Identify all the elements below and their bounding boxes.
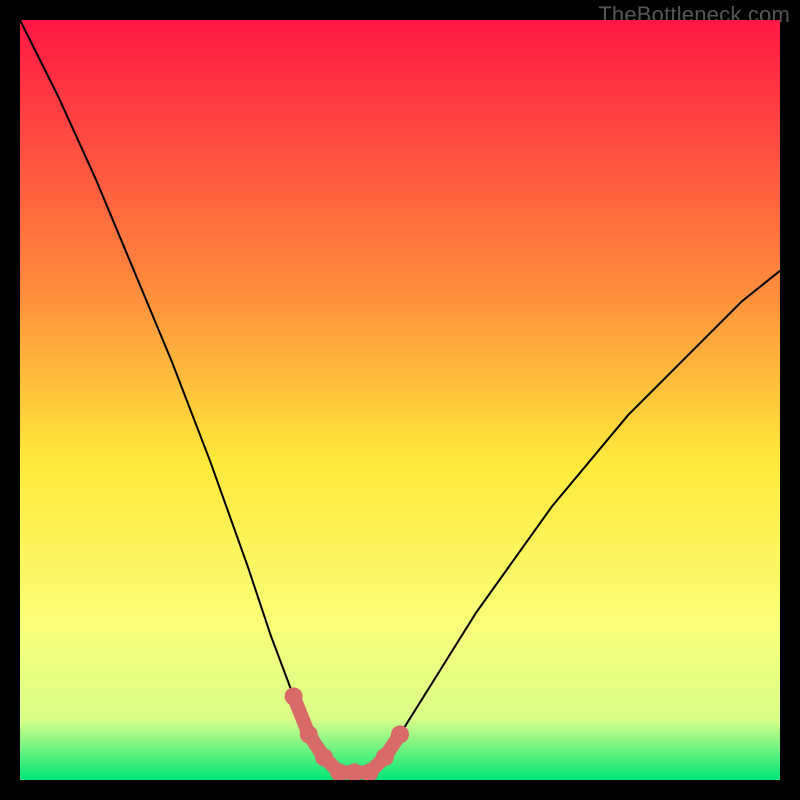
trough-marker-dot xyxy=(285,687,303,705)
chart-frame: TheBottleneck.com xyxy=(0,0,800,800)
bottleneck-chart xyxy=(20,20,780,780)
trough-marker-dot xyxy=(391,725,409,743)
gradient-background xyxy=(20,20,780,780)
trough-marker-dot xyxy=(376,748,394,766)
trough-marker-dot xyxy=(300,725,318,743)
trough-marker-dot xyxy=(315,748,333,766)
